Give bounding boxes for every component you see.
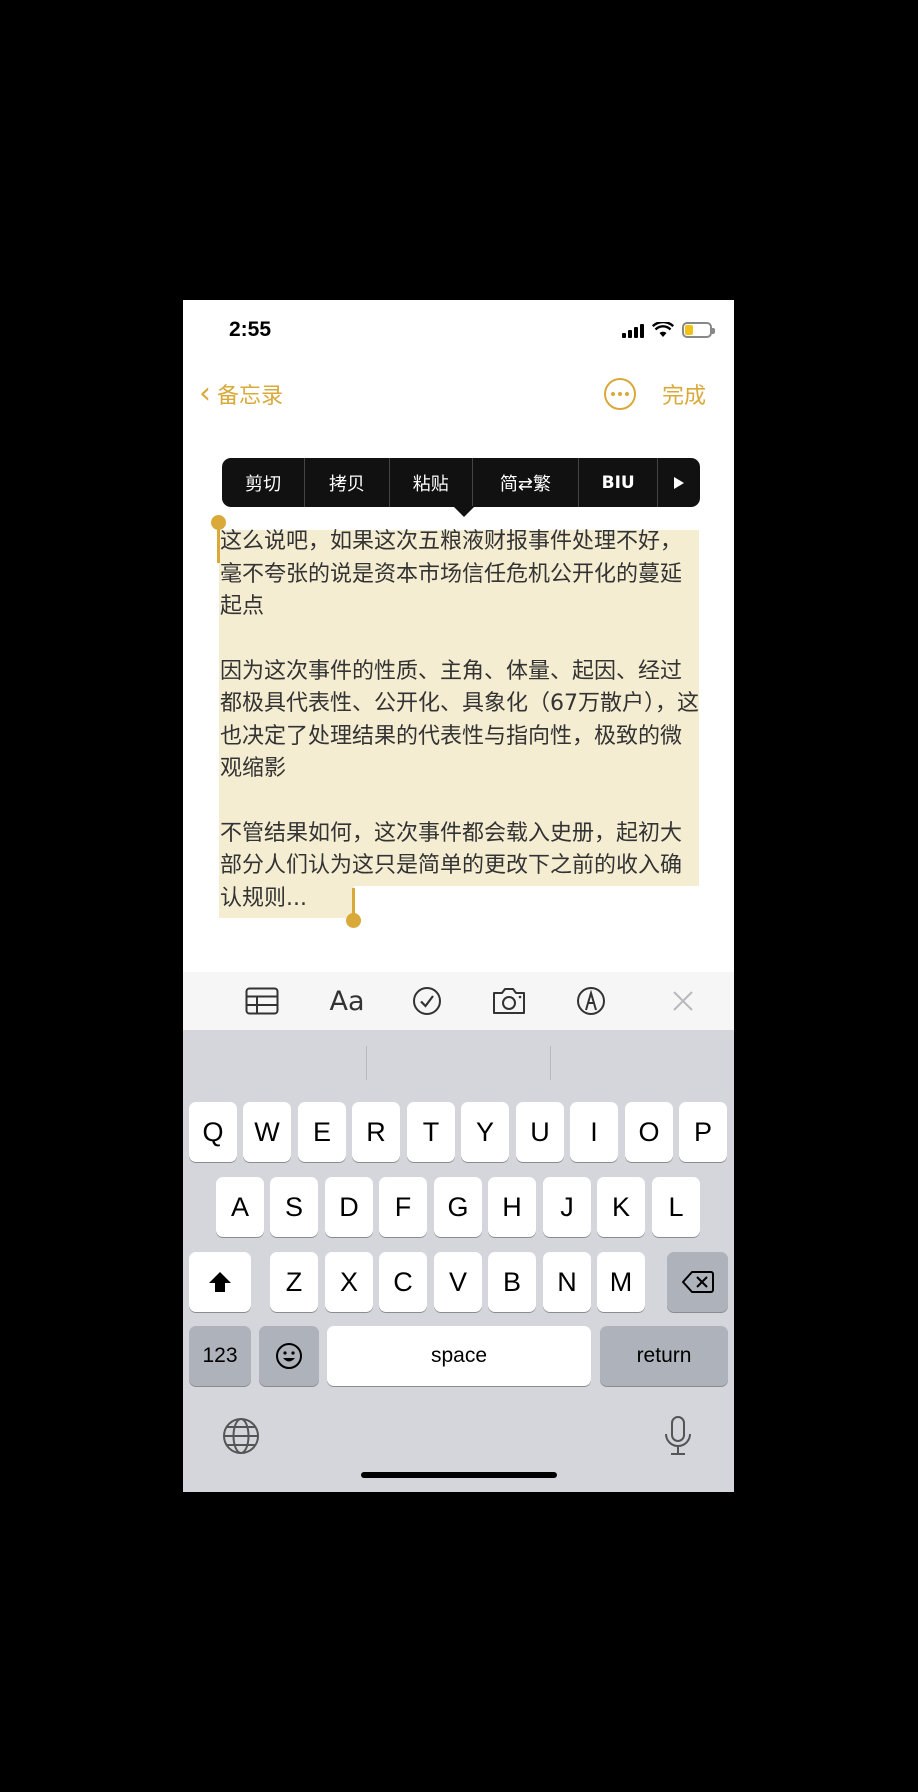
key-g[interactable]: G: [434, 1177, 482, 1237]
text-format-button[interactable]: Aa: [327, 984, 367, 1018]
chevron-left-icon: ‹: [199, 376, 211, 411]
key-j[interactable]: J: [543, 1177, 591, 1237]
shift-key[interactable]: [189, 1252, 251, 1312]
key-o[interactable]: O: [625, 1102, 673, 1162]
prediction-separator: [366, 1046, 367, 1080]
delete-key[interactable]: [667, 1252, 728, 1312]
paste-menu-item[interactable]: 粘贴: [390, 458, 473, 507]
more-dot-icon: [625, 392, 629, 396]
key-t[interactable]: T: [407, 1102, 455, 1162]
keyboard: Q W E R T Y U I O P A S D F G H J K L Z …: [183, 1030, 734, 1492]
key-y[interactable]: Y: [461, 1102, 509, 1162]
checklist-icon[interactable]: [411, 984, 443, 1018]
cut-menu-item[interactable]: 剪切: [222, 458, 306, 507]
cellular-signal-icon: [622, 322, 644, 338]
return-key[interactable]: return: [600, 1326, 728, 1386]
status-time: 2:55: [229, 318, 272, 341]
key-n[interactable]: N: [543, 1252, 591, 1312]
key-f[interactable]: F: [379, 1177, 427, 1237]
camera-icon[interactable]: [491, 984, 527, 1018]
key-c[interactable]: C: [379, 1252, 427, 1312]
key-i[interactable]: I: [570, 1102, 618, 1162]
more-menu-arrow-icon[interactable]: [658, 458, 700, 507]
selection-start-bar: [217, 525, 220, 563]
more-dot-icon: [618, 392, 622, 396]
globe-icon[interactable]: [222, 1417, 260, 1459]
wifi-icon: [652, 322, 674, 337]
key-l[interactable]: L: [652, 1177, 700, 1237]
emoji-icon: [276, 1343, 302, 1369]
key-x[interactable]: X: [325, 1252, 373, 1312]
more-options-button[interactable]: [604, 378, 636, 410]
bold-italic-underline-menu-item[interactable]: BIU: [579, 458, 659, 507]
edit-context-menu: 剪切 拷贝 粘贴 简⇄繁 BIU: [222, 458, 700, 507]
key-v[interactable]: V: [434, 1252, 482, 1312]
numbers-key[interactable]: 123: [189, 1326, 251, 1386]
key-m[interactable]: M: [597, 1252, 645, 1312]
table-icon[interactable]: [244, 984, 280, 1018]
microphone-icon[interactable]: [663, 1415, 693, 1461]
emoji-key[interactable]: [259, 1326, 319, 1386]
key-h[interactable]: H: [488, 1177, 536, 1237]
prediction-separator: [550, 1046, 551, 1080]
back-button[interactable]: ‹ 备忘录: [199, 378, 283, 410]
battery-icon: [682, 322, 715, 338]
back-label: 备忘录: [217, 384, 284, 409]
note-paragraph: 因为这次事件的性质、主角、体量、起因、经过都极具代表性、公开化、具象化（67万散…: [220, 658, 699, 782]
key-d[interactable]: D: [325, 1177, 373, 1237]
copy-menu-item[interactable]: 拷贝: [305, 458, 390, 507]
context-menu-pointer: [453, 506, 475, 517]
note-paragraph: 不管结果如何，这次事件都会载入史册，起初大部分人们认为这只是简单的更改下之前的收…: [220, 820, 683, 911]
status-icons: [622, 322, 715, 338]
key-s[interactable]: S: [270, 1177, 318, 1237]
shift-arrow-icon: [209, 1272, 231, 1292]
key-w[interactable]: W: [243, 1102, 291, 1162]
close-keyboard-icon[interactable]: [670, 984, 696, 1018]
backspace-icon: [681, 1271, 714, 1293]
key-u[interactable]: U: [516, 1102, 564, 1162]
phone-screen: 2:55 ‹ 备忘录 完成 剪切 拷贝 粘贴 简⇄繁 BIU 这么说吧，如果这次…: [183, 300, 734, 1492]
space-key[interactable]: space: [327, 1326, 591, 1386]
key-b[interactable]: B: [488, 1252, 536, 1312]
key-q[interactable]: Q: [189, 1102, 237, 1162]
note-paragraph: 这么说吧，如果这次五粮液财报事件处理不好，毫不夸张的说是资本市场信任危机公开化的…: [220, 529, 683, 619]
key-k[interactable]: K: [597, 1177, 645, 1237]
convert-chinese-menu-item[interactable]: 简⇄繁: [473, 458, 579, 507]
done-button[interactable]: 完成: [662, 378, 706, 410]
notes-toolbar: Aa: [183, 972, 734, 1030]
key-p[interactable]: P: [679, 1102, 727, 1162]
markup-pen-icon[interactable]: [575, 984, 607, 1018]
key-a[interactable]: A: [216, 1177, 264, 1237]
selection-end-handle[interactable]: [346, 913, 361, 928]
selection-start-handle[interactable]: [211, 515, 226, 530]
note-body[interactable]: 这么说吧，如果这次五粮液财报事件处理不好，毫不夸张的说是资本市场信任危机公开化的…: [220, 526, 700, 947]
key-z[interactable]: Z: [270, 1252, 318, 1312]
home-indicator[interactable]: [361, 1472, 557, 1478]
key-r[interactable]: R: [352, 1102, 400, 1162]
more-dot-icon: [611, 392, 615, 396]
key-e[interactable]: E: [298, 1102, 346, 1162]
